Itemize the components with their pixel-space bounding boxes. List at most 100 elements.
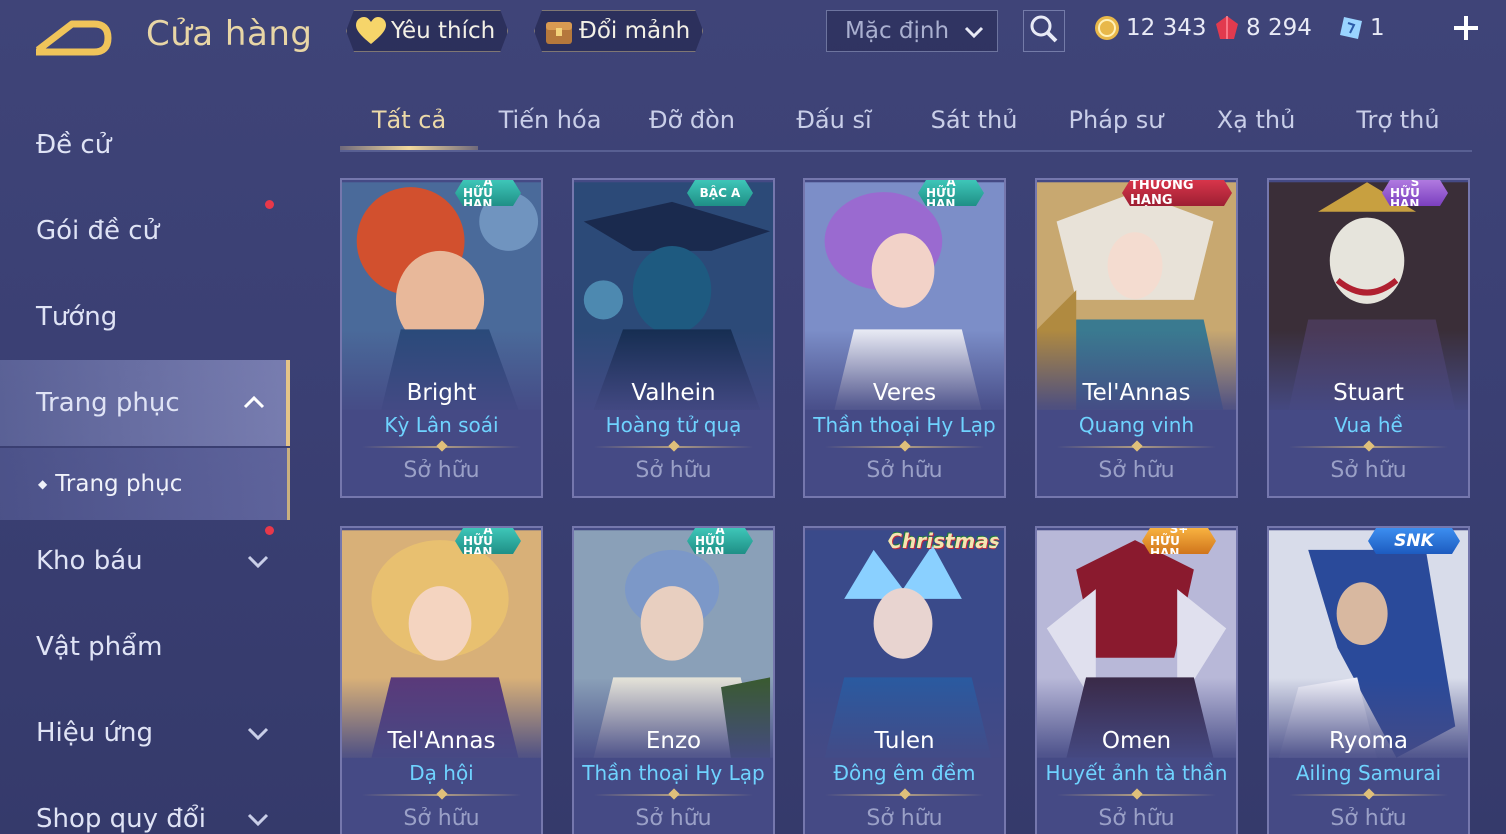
sidebar-item-treasure[interactable]: Kho báu [0, 518, 290, 604]
rarity-badge: A HỮU HẠN [687, 528, 753, 554]
favorites-button[interactable]: Yêu thích [346, 10, 508, 52]
skin-name: Huyết ảnh tà thần [1045, 761, 1228, 785]
hero-name: Omen [1101, 728, 1172, 754]
ownership-status: Sở hữu [1098, 458, 1175, 483]
skin-grid: A HỮU HẠN Bright Kỳ Lân soái Sở hữu BẬC A… [340, 178, 1472, 834]
ticket-value: 1 [1370, 15, 1385, 41]
back-arrow-icon[interactable] [32, 14, 114, 58]
tab-assassin[interactable]: Sát thủ [931, 106, 1018, 146]
treasure-chest-icon [543, 15, 575, 47]
notification-dot [265, 526, 274, 535]
hero-name: Tel'Annas [1082, 380, 1191, 406]
sidebar: Đề cử Gói đề cử Tướng Trang phục ◆ Trang… [0, 100, 290, 834]
sidebar-item-effects[interactable]: Hiệu ứng [0, 690, 290, 776]
rarity-badge: Christmas [887, 529, 1001, 553]
sidebar-item-label: Shop quy đổi [36, 804, 206, 834]
skin-name: Thần thoại Hy Lạp [582, 761, 765, 785]
rarity-badge: SNK [1368, 528, 1460, 554]
hero-name: Stuart [1333, 380, 1404, 406]
rarity-badge: BẬC A [687, 180, 753, 206]
tab-evolution[interactable]: Tiến hóa [499, 106, 602, 146]
chevron-down-icon [246, 720, 270, 750]
sort-value: Mặc định [845, 18, 950, 44]
gold-coin-icon [1094, 15, 1120, 41]
tab-mage[interactable]: Pháp sư [1069, 106, 1164, 146]
ownership-status: Sở hữu [1098, 806, 1175, 831]
sidebar-item-recommended[interactable]: Đề cử [0, 102, 290, 188]
chevron-down-icon [963, 21, 985, 47]
exchange-label: Đổi mảnh [579, 18, 691, 44]
rarity-badge: S HỮU HẠN [1382, 180, 1448, 206]
skin-card[interactable]: A HỮU HẠN Enzo Thần thoại Hy Lạp Sở hữu [572, 526, 775, 834]
skin-card[interactable]: S+ HỮU HẠN Omen Huyết ảnh tà thần Sở hữu [1035, 526, 1238, 834]
hero-name: Ryoma [1329, 728, 1408, 754]
ownership-status: Sở hữu [1330, 458, 1407, 483]
skin-card[interactable]: Christmas Tulen Đông êm đềm Sở hữu [803, 526, 1006, 834]
rarity-badge: A HỮU HẠN [455, 528, 521, 554]
skin-card[interactable]: BẬC A Valhein Hoàng tử quạ Sở hữu [572, 178, 775, 498]
ownership-status: Sở hữu [635, 806, 712, 831]
category-tabs: Tất cả Tiến hóa Đỡ đòn Đấu sĩ Sát thủ Ph… [340, 100, 1472, 152]
hero-name: Tel'Annas [387, 728, 496, 754]
gem-value: 8 294 [1246, 15, 1312, 41]
sidebar-item-label: Gói đề cử [36, 216, 160, 246]
sidebar-item-exchange-shop[interactable]: Shop quy đổi [0, 776, 290, 834]
rarity-badge: S+ HỮU HẠN [1142, 528, 1216, 554]
ownership-status: Sở hữu [403, 806, 480, 831]
plus-icon[interactable] [1450, 12, 1482, 44]
skin-name: Kỳ Lân soái [384, 413, 499, 437]
ownership-status: Sở hữu [866, 458, 943, 483]
tab-fighter[interactable]: Đấu sĩ [796, 106, 871, 146]
sidebar-item-label: Kho báu [36, 546, 143, 576]
sort-dropdown[interactable]: Mặc định [826, 10, 998, 52]
hero-name: Veres [872, 380, 937, 406]
skin-name: Thần thoại Hy Lạp [813, 413, 996, 437]
tab-all[interactable]: Tất cả [372, 106, 446, 146]
chevron-down-icon [246, 548, 270, 578]
exchange-button[interactable]: Đổi mảnh [534, 10, 703, 52]
chevron-down-icon [246, 806, 270, 834]
notification-dot [265, 200, 274, 209]
sidebar-subitem-skins[interactable]: ◆ Trang phục [0, 448, 290, 520]
sidebar-item-label: Tướng [36, 302, 118, 332]
skin-name: Quang vinh [1078, 413, 1195, 437]
ownership-status: Sở hữu [1330, 806, 1407, 831]
skin-name: Đông êm đềm [833, 761, 976, 785]
ticket-balance: 1 [1338, 12, 1385, 44]
skin-card[interactable]: A HỮU HẠN Tel'Annas Dạ hội Sở hữu [340, 526, 543, 834]
hero-name: Bright [406, 380, 477, 406]
search-button[interactable] [1023, 10, 1065, 52]
tab-tank[interactable]: Đỡ đòn [649, 106, 735, 146]
skin-card[interactable]: S HỮU HẠN Stuart Vua hề Sở hữu [1267, 178, 1470, 498]
gem-balance: 8 294 [1214, 12, 1312, 44]
sidebar-item-items[interactable]: Vật phẩm [0, 604, 290, 690]
ownership-status: Sở hữu [403, 458, 480, 483]
skin-card[interactable]: THƯỞNG HẠNG Tel'Annas Quang vinh Sở hữu [1035, 178, 1238, 498]
rarity-badge: A HỮU HẠN [455, 180, 521, 206]
sidebar-item-label: Vật phẩm [36, 632, 163, 662]
skin-name: Vua hề [1334, 413, 1403, 437]
ownership-status: Sở hữu [866, 806, 943, 831]
ownership-status: Sở hữu [635, 458, 712, 483]
hero-name: Valhein [631, 380, 716, 406]
skin-name: Ailing Samurai [1295, 761, 1442, 785]
rarity-badge: THƯỞNG HẠNG [1122, 180, 1232, 206]
favorites-label: Yêu thích [391, 18, 496, 44]
ticket-icon [1338, 15, 1364, 41]
sidebar-item-recommended-bundles[interactable]: Gói đề cử [0, 188, 290, 274]
gold-balance: 12 343 [1094, 12, 1206, 44]
chevron-up-icon [242, 390, 266, 420]
red-gem-icon [1214, 15, 1240, 41]
skin-card[interactable]: A HỮU HẠN Veres Thần thoại Hy Lạp Sở hữu [803, 178, 1006, 498]
page-title: Cửa hàng [146, 14, 313, 54]
sidebar-item-label: Đề cử [36, 130, 112, 160]
gold-value: 12 343 [1126, 15, 1207, 41]
sidebar-item-label: Trang phục [36, 388, 180, 418]
sidebar-item-skins[interactable]: Trang phục [0, 360, 290, 446]
tab-support[interactable]: Trợ thủ [1356, 106, 1439, 146]
sidebar-item-heroes[interactable]: Tướng [0, 274, 290, 360]
skin-card[interactable]: SNK Ryoma Ailing Samurai Sở hữu [1267, 526, 1470, 834]
tab-marksman[interactable]: Xạ thủ [1217, 106, 1296, 146]
top-bar: Cửa hàng Yêu thích Đổi mảnh Mặc định 12 … [0, 0, 1506, 72]
skin-card[interactable]: A HỮU HẠN Bright Kỳ Lân soái Sở hữu [340, 178, 543, 498]
